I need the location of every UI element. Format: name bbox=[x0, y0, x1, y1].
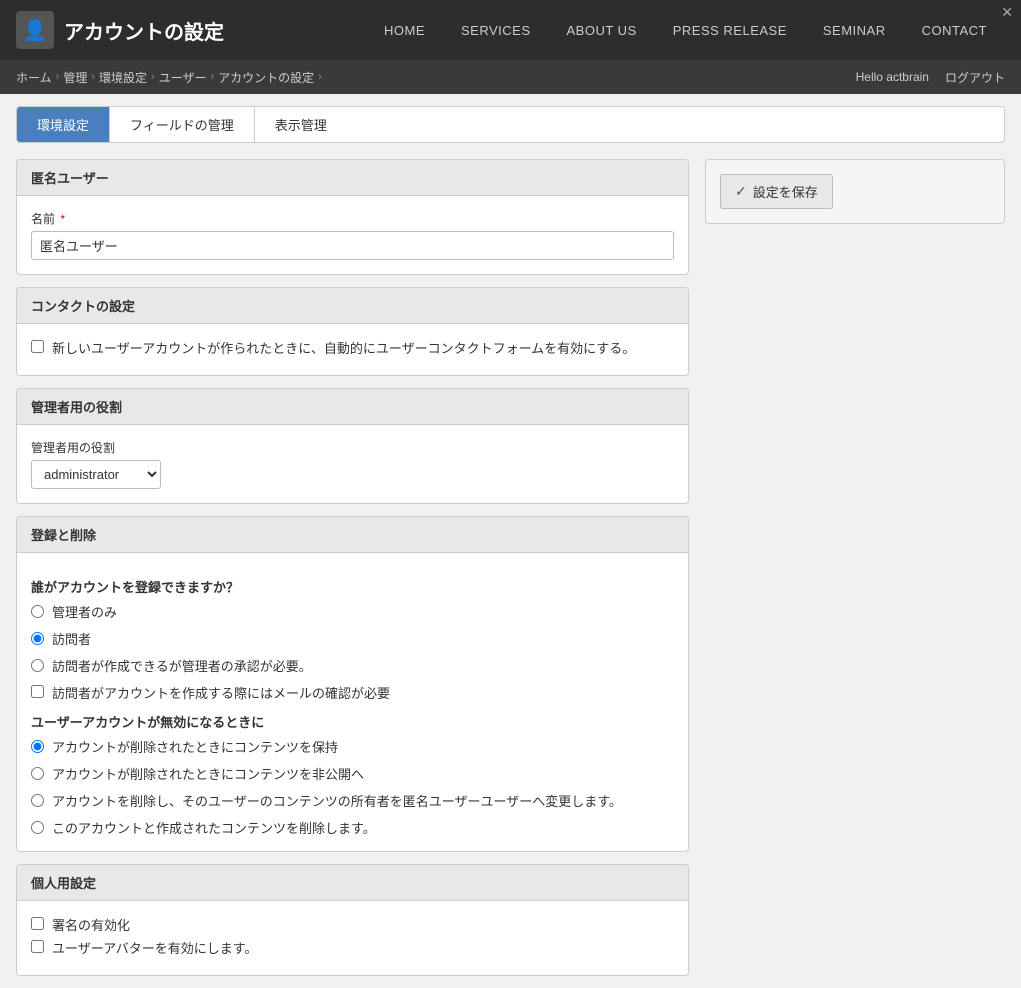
logout-link[interactable]: ログアウト bbox=[945, 69, 1005, 86]
contact-checkbox-row: 新しいユーザーアカウントが作られたときに、自動的にユーザーコンタクトフォームを有… bbox=[31, 338, 674, 357]
admin-role-header: 管理者用の役割 bbox=[17, 389, 688, 425]
radio-admin-only-label[interactable]: 管理者のみ bbox=[52, 602, 117, 621]
avatar-row: ユーザーアバターを有効にします。 bbox=[31, 938, 674, 957]
col-main: 匿名ユーザー 名前 * コンタクトの設定 新しいユーザーアカウントが作られたとき… bbox=[16, 159, 689, 976]
close-icon[interactable]: ✕ bbox=[1001, 4, 1013, 21]
breadcrumb-env[interactable]: 環境設定 bbox=[99, 69, 147, 86]
admin-role-body: 管理者用の役割 administrator editor viewer bbox=[17, 425, 688, 503]
contact-checkbox[interactable] bbox=[31, 340, 44, 353]
breadcrumb-admin[interactable]: 管理 bbox=[63, 69, 87, 86]
site-logo: 👤 アカウントの設定 bbox=[16, 11, 224, 49]
admin-role-select[interactable]: administrator editor viewer bbox=[31, 460, 161, 489]
nav-home[interactable]: HOME bbox=[366, 0, 443, 60]
signature-label[interactable]: 署名の有効化 bbox=[52, 915, 130, 934]
logo-icon: 👤 bbox=[16, 11, 54, 49]
top-navigation: 👤 アカウントの設定 HOME SERVICES ABOUT US PRESS … bbox=[0, 0, 1021, 60]
avatar-label[interactable]: ユーザーアバターを有効にします。 bbox=[52, 938, 257, 957]
main-content: 環境設定 フィールドの管理 表示管理 匿名ユーザー 名前 * コンタクトの設定 bbox=[0, 94, 1021, 988]
breadcrumb-bar: ホーム › 管理 › 環境設定 › ユーザー › アカウントの設定 › Hell… bbox=[0, 60, 1021, 94]
breadcrumb: ホーム › 管理 › 環境設定 › ユーザー › アカウントの設定 › bbox=[16, 69, 322, 86]
nav-links: HOME SERVICES ABOUT US PRESS RELEASE SEM… bbox=[264, 0, 1005, 60]
radio-unpublish-input[interactable] bbox=[31, 767, 44, 780]
radio-delete-all-label[interactable]: このアカウントと作成されたコンテンツを削除します。 bbox=[52, 818, 376, 837]
name-label: 名前 * bbox=[31, 210, 674, 227]
contact-checkbox-label[interactable]: 新しいユーザーアカウントが作られたときに、自動的にユーザーコンタクトフォームを有… bbox=[52, 338, 635, 357]
disabled-options-group: アカウントが削除されたときにコンテンツを保持 アカウントが削除されたときにコンテ… bbox=[31, 737, 674, 837]
breadcrumb-home[interactable]: ホーム bbox=[16, 69, 52, 86]
radio-delete-all: このアカウントと作成されたコンテンツを削除します。 bbox=[31, 818, 674, 837]
radio-reassign: アカウントを削除し、そのユーザーのコンテンツの所有者を匿名ユーザーユーザーへ変更… bbox=[31, 791, 674, 810]
admin-role-label: 管理者用の役割 bbox=[31, 439, 674, 456]
nav-seminar[interactable]: SEMINAR bbox=[805, 0, 904, 60]
who-register-label: 誰がアカウントを登録できますか？ bbox=[31, 577, 674, 596]
save-button[interactable]: ✓ 設定を保存 bbox=[720, 174, 833, 209]
contact-settings-header: コンタクトの設定 bbox=[17, 288, 688, 324]
site-title: アカウントの設定 bbox=[64, 16, 224, 45]
breadcrumb-sep-3: › bbox=[151, 71, 155, 83]
radio-keep: アカウントが削除されたときにコンテンツを保持 bbox=[31, 737, 674, 756]
save-card: ✓ 設定を保存 bbox=[705, 159, 1005, 224]
radio-delete-all-input[interactable] bbox=[31, 821, 44, 834]
contact-settings-section: コンタクトの設定 新しいユーザーアカウントが作られたときに、自動的にユーザーコン… bbox=[16, 287, 689, 376]
tab-fields[interactable]: フィールドの管理 bbox=[110, 107, 255, 142]
personal-settings-header: 個人用設定 bbox=[17, 865, 688, 901]
who-register-group: 管理者のみ 訪問者 訪問者が作成できるが管理者の承認が必要。 bbox=[31, 602, 674, 675]
radio-visitor-approval: 訪問者が作成できるが管理者の承認が必要。 bbox=[31, 656, 674, 675]
anonymous-user-section: 匿名ユーザー 名前 * bbox=[16, 159, 689, 275]
radio-visitor-approval-input[interactable] bbox=[31, 659, 44, 672]
nav-press[interactable]: PRESS RELEASE bbox=[655, 0, 805, 60]
radio-reassign-input[interactable] bbox=[31, 794, 44, 807]
radio-visitor: 訪問者 bbox=[31, 629, 674, 648]
nav-services[interactable]: SERVICES bbox=[443, 0, 549, 60]
registration-section: 登録と削除 誰がアカウントを登録できますか？ 管理者のみ 訪問者 bbox=[16, 516, 689, 852]
breadcrumb-user-actions: Hello actbrain ログアウト bbox=[856, 69, 1005, 86]
save-button-label: 設定を保存 bbox=[753, 182, 818, 201]
required-mark: * bbox=[57, 212, 65, 226]
registration-header: 登録と削除 bbox=[17, 517, 688, 553]
admin-role-section: 管理者用の役割 管理者用の役割 administrator editor vie… bbox=[16, 388, 689, 504]
radio-admin-only: 管理者のみ bbox=[31, 602, 674, 621]
anonymous-user-header: 匿名ユーザー bbox=[17, 160, 688, 196]
col-side: ✓ 設定を保存 bbox=[705, 159, 1005, 976]
radio-reassign-label[interactable]: アカウントを削除し、そのユーザーのコンテンツの所有者を匿名ユーザーユーザーへ変更… bbox=[52, 791, 622, 810]
personal-settings-body: 署名の有効化 ユーザーアバターを有効にします。 bbox=[17, 901, 688, 975]
save-check-icon: ✓ bbox=[735, 183, 747, 200]
hello-text: Hello actbrain bbox=[856, 70, 929, 84]
registration-body: 誰がアカウントを登録できますか？ 管理者のみ 訪問者 訪問者が作成できるが bbox=[17, 553, 688, 851]
tabs-bar: 環境設定 フィールドの管理 表示管理 bbox=[16, 106, 1005, 143]
name-input[interactable] bbox=[31, 231, 674, 260]
radio-unpublish-label[interactable]: アカウントが削除されたときにコンテンツを非公開へ bbox=[52, 764, 364, 783]
radio-admin-only-input[interactable] bbox=[31, 605, 44, 618]
radio-visitor-label[interactable]: 訪問者 bbox=[52, 629, 91, 648]
breadcrumb-current: アカウントの設定 bbox=[218, 69, 314, 86]
personal-settings-section: 個人用設定 署名の有効化 ユーザーアバターを有効にします。 bbox=[16, 864, 689, 976]
tab-environment[interactable]: 環境設定 bbox=[17, 107, 110, 142]
anonymous-user-body: 名前 * bbox=[17, 196, 688, 274]
email-confirm-checkbox[interactable] bbox=[31, 685, 44, 698]
avatar-checkbox[interactable] bbox=[31, 940, 44, 953]
breadcrumb-user[interactable]: ユーザー bbox=[159, 69, 207, 86]
breadcrumb-sep-5: › bbox=[318, 71, 322, 83]
nav-contact[interactable]: CONTACT bbox=[904, 0, 1005, 60]
radio-keep-input[interactable] bbox=[31, 740, 44, 753]
contact-settings-body: 新しいユーザーアカウントが作られたときに、自動的にユーザーコンタクトフォームを有… bbox=[17, 324, 688, 375]
email-confirm-row: 訪問者がアカウントを作成する際にはメールの確認が必要 bbox=[31, 683, 674, 702]
signature-checkbox[interactable] bbox=[31, 917, 44, 930]
radio-visitor-input[interactable] bbox=[31, 632, 44, 645]
breadcrumb-sep-4: › bbox=[210, 71, 214, 83]
radio-visitor-approval-label[interactable]: 訪問者が作成できるが管理者の承認が必要。 bbox=[52, 656, 312, 675]
signature-row: 署名の有効化 bbox=[31, 915, 674, 934]
breadcrumb-sep-1: › bbox=[56, 71, 60, 83]
radio-keep-label[interactable]: アカウントが削除されたときにコンテンツを保持 bbox=[52, 737, 338, 756]
tab-display[interactable]: 表示管理 bbox=[255, 107, 347, 142]
layout-two-col: 匿名ユーザー 名前 * コンタクトの設定 新しいユーザーアカウントが作られたとき… bbox=[16, 159, 1005, 976]
radio-unpublish: アカウントが削除されたときにコンテンツを非公開へ bbox=[31, 764, 674, 783]
nav-about[interactable]: ABOUT US bbox=[549, 0, 655, 60]
email-confirm-label[interactable]: 訪問者がアカウントを作成する際にはメールの確認が必要 bbox=[52, 683, 390, 702]
breadcrumb-sep-2: › bbox=[91, 71, 95, 83]
when-disabled-label: ユーザーアカウントが無効になるときに bbox=[31, 712, 674, 731]
